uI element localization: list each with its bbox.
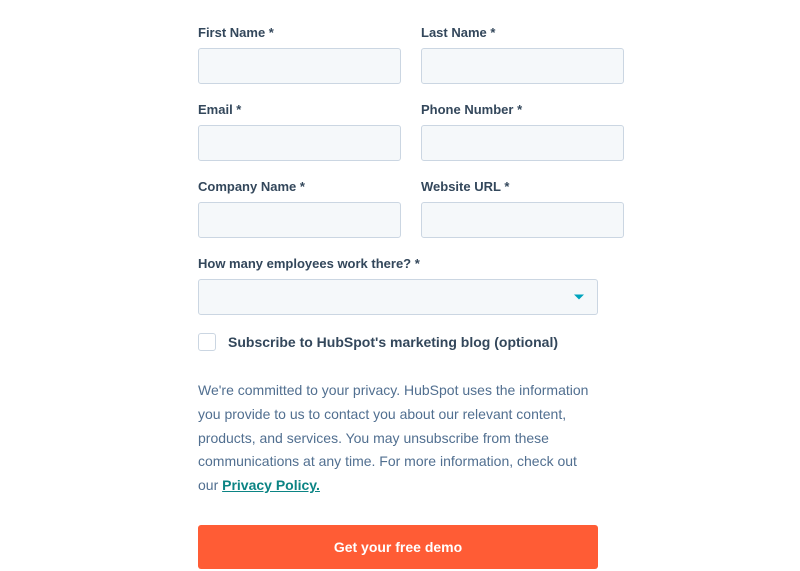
submit-button[interactable]: Get your free demo (198, 525, 598, 569)
demo-form: First Name * Last Name * Email * Phone N… (198, 25, 598, 569)
email-label: Email * (198, 102, 401, 117)
privacy-policy-link[interactable]: Privacy Policy. (222, 477, 320, 493)
last-name-input[interactable] (421, 48, 624, 84)
website-label: Website URL * (421, 179, 624, 194)
first-name-label: First Name * (198, 25, 401, 40)
first-name-input[interactable] (198, 48, 401, 84)
row-name: First Name * Last Name * (198, 25, 598, 84)
website-input[interactable] (421, 202, 624, 238)
field-company: Company Name * (198, 179, 401, 238)
field-phone: Phone Number * (421, 102, 624, 161)
field-employees: How many employees work there? * (198, 256, 598, 315)
employees-select-wrapper (198, 279, 598, 315)
subscribe-row: Subscribe to HubSpot's marketing blog (o… (198, 333, 598, 351)
employees-select[interactable] (198, 279, 598, 315)
subscribe-checkbox[interactable] (198, 333, 216, 351)
phone-input[interactable] (421, 125, 624, 161)
row-contact: Email * Phone Number * (198, 102, 598, 161)
field-website: Website URL * (421, 179, 624, 238)
subscribe-label[interactable]: Subscribe to HubSpot's marketing blog (o… (228, 334, 558, 350)
email-input[interactable] (198, 125, 401, 161)
field-email: Email * (198, 102, 401, 161)
field-first-name: First Name * (198, 25, 401, 84)
employees-label: How many employees work there? * (198, 256, 598, 271)
phone-label: Phone Number * (421, 102, 624, 117)
privacy-block: We're committed to your privacy. HubSpot… (198, 379, 598, 525)
field-last-name: Last Name * (421, 25, 624, 84)
company-label: Company Name * (198, 179, 401, 194)
company-input[interactable] (198, 202, 401, 238)
last-name-label: Last Name * (421, 25, 624, 40)
row-company: Company Name * Website URL * (198, 179, 598, 238)
